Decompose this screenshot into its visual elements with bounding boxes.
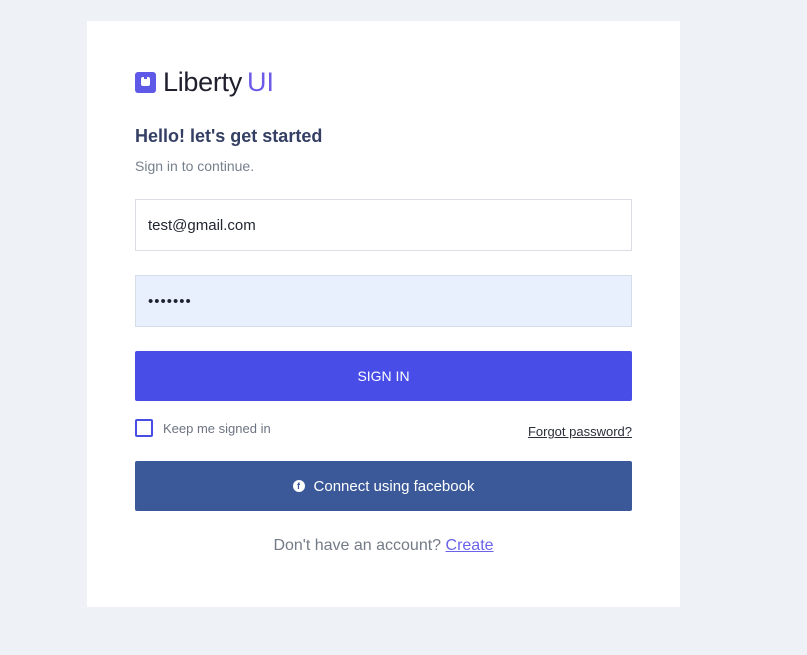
brand-name: Liberty	[163, 66, 242, 97]
brand-accent: UI	[246, 66, 274, 97]
keep-signed-in-label: Keep me signed in	[163, 420, 271, 436]
page-title: Hello! let's get started	[135, 126, 323, 146]
email-field[interactable]	[135, 199, 632, 251]
create-account-prompt: Don't have an account?	[273, 537, 442, 554]
facebook-connect-button[interactable]: f Connect using facebook	[135, 461, 632, 511]
facebook-icon: f	[292, 480, 305, 492]
login-card: Liberty UI Hello! let's get started Sign…	[87, 21, 680, 607]
liberty-logo-icon	[135, 71, 156, 93]
page-subtitle: Sign in to continue.	[135, 158, 255, 174]
keep-signed-in: Keep me signed in	[135, 419, 271, 437]
keep-signed-in-checkbox[interactable]	[135, 419, 153, 437]
password-field[interactable]	[135, 275, 632, 327]
forgot-password-link[interactable]: Forgot password?	[528, 424, 632, 439]
create-account-link[interactable]: Create	[446, 537, 494, 554]
facebook-connect-label: Connect using facebook	[313, 477, 475, 495]
sign-in-button[interactable]: SIGN IN	[135, 351, 632, 401]
create-account-row: Don't have an account? Create	[87, 537, 680, 555]
brand-logo: Liberty UI	[135, 65, 274, 99]
